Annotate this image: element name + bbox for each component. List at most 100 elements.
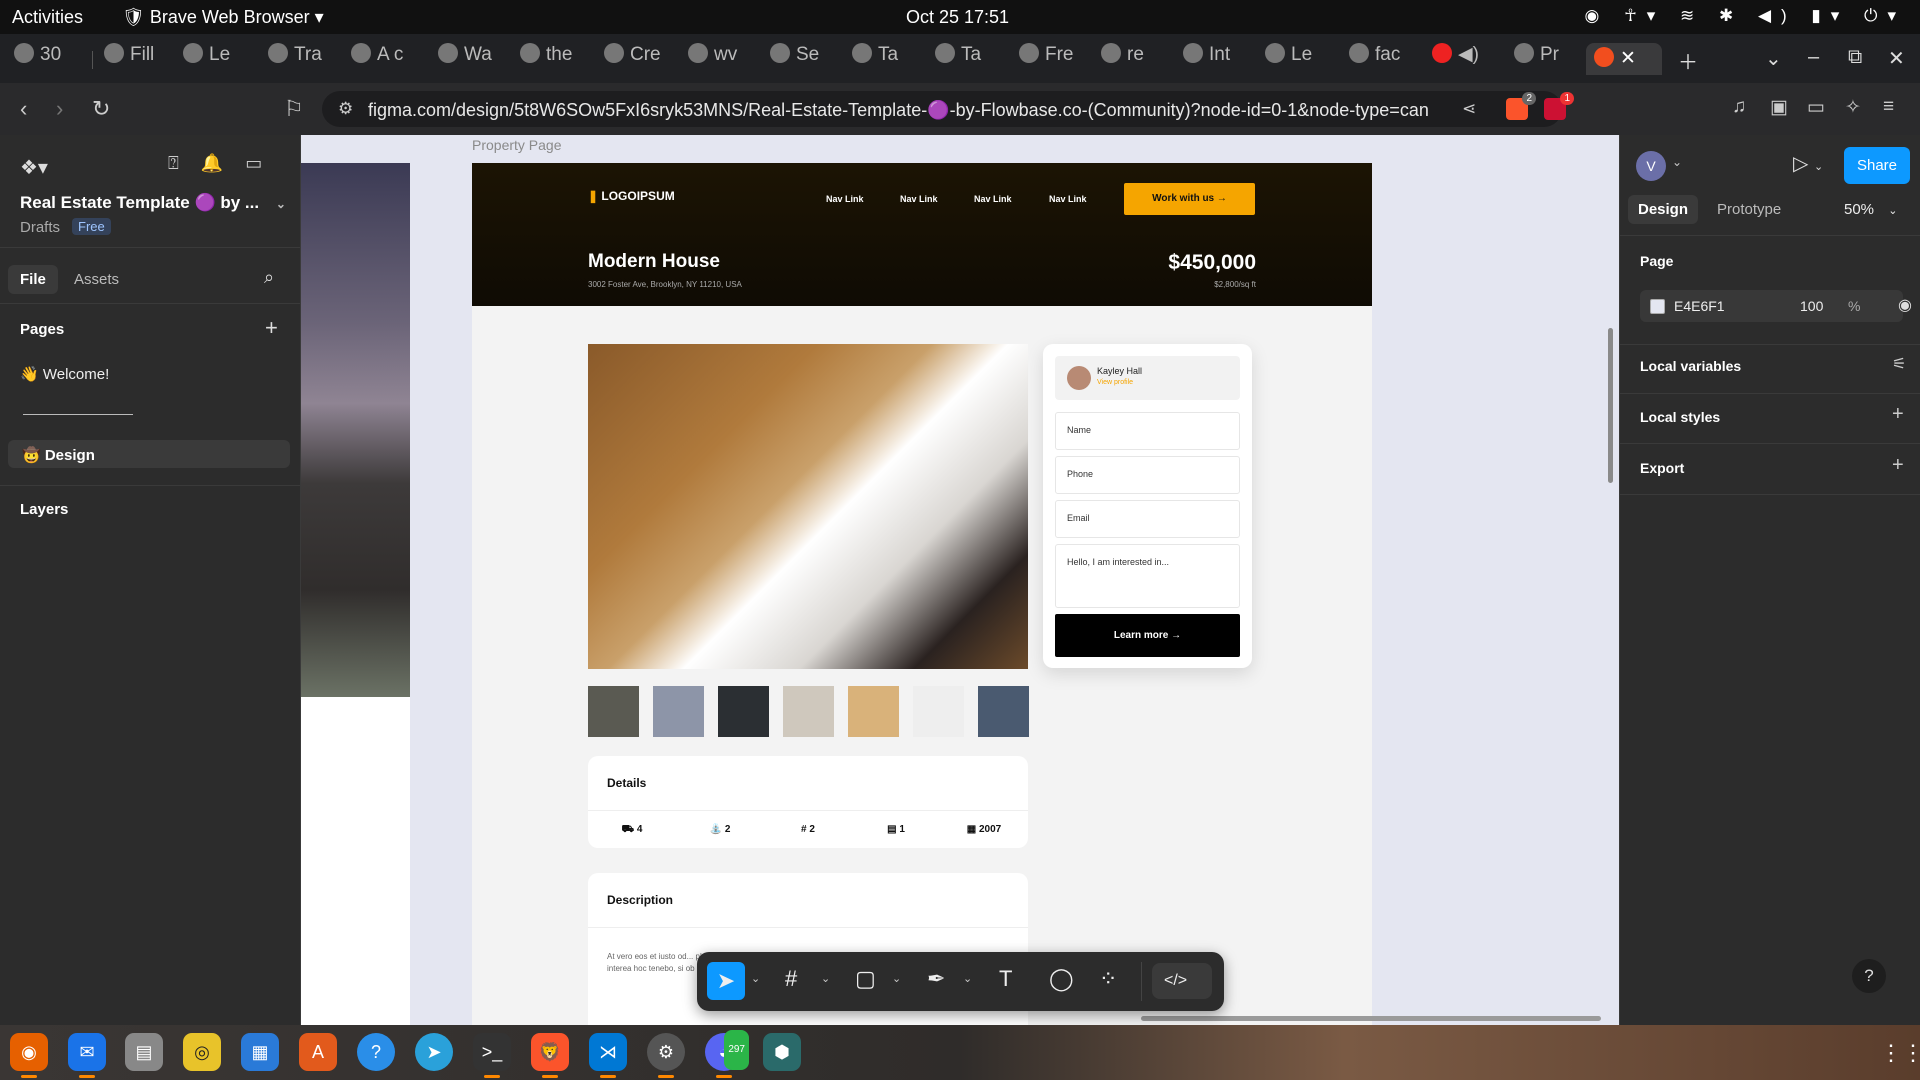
- browser-tab[interactable]: Tra: [268, 43, 324, 75]
- browser-tab[interactable]: Ta: [935, 43, 991, 75]
- app-menu[interactable]: 🛡 Brave Web Browser ▾: [122, 7, 324, 28]
- browser-tab[interactable]: the: [520, 43, 576, 75]
- browser-tab-active[interactable]: ✕: [1586, 43, 1662, 75]
- chevron-down-icon[interactable]: ⌄: [963, 972, 972, 985]
- reload-button[interactable]: ↻: [92, 96, 110, 122]
- browser-tab[interactable]: A c: [351, 43, 407, 75]
- dev-mode-toggle[interactable]: </>: [1152, 963, 1212, 999]
- firefox-icon[interactable]: ◉: [10, 1033, 48, 1071]
- media-icon[interactable]: ♫: [1732, 96, 1746, 118]
- toggle-sidebar-icon[interactable]: ▭: [245, 153, 284, 173]
- help-button[interactable]: ?: [1852, 959, 1886, 993]
- close-window-button[interactable]: ✕: [1888, 46, 1905, 71]
- browser-tab[interactable]: Se: [770, 43, 826, 75]
- comment-tool-icon[interactable]: ◯: [1049, 966, 1074, 992]
- pen-tool-icon[interactable]: ✒: [927, 966, 945, 992]
- add-style-icon[interactable]: +: [1892, 403, 1904, 426]
- present-play-icon[interactable]: ▷ ⌄: [1793, 151, 1823, 176]
- help-icon[interactable]: ?: [357, 1033, 395, 1071]
- maximize-button[interactable]: ⧉: [1848, 46, 1862, 69]
- brave-icon[interactable]: 🦁: [531, 1033, 569, 1071]
- adjacent-frame[interactable]: [301, 697, 410, 1025]
- browser-tab[interactable]: ◀): [1432, 43, 1484, 75]
- ai-icon[interactable]: ⍰: [168, 153, 201, 173]
- page-item-welcome[interactable]: 👋 Welcome!: [20, 365, 109, 383]
- vscode-icon[interactable]: ⋊: [589, 1033, 627, 1071]
- tab-prototype[interactable]: Prototype: [1717, 201, 1781, 218]
- rectangle-tool-icon[interactable]: ▢: [855, 966, 876, 992]
- settings-icon[interactable]: ⚙: [647, 1033, 685, 1071]
- search-icon[interactable]: ⌕: [264, 267, 274, 288]
- figma-canvas[interactable]: Property Page ❚ LOGOIPSUM Nav Link Nav L…: [301, 135, 1619, 1025]
- components-tool-icon[interactable]: ⁘: [1099, 966, 1117, 992]
- local-styles-row[interactable]: Local styles: [1640, 409, 1720, 425]
- figma-main-menu-icon[interactable]: ❖▾: [20, 155, 48, 180]
- local-variables-row[interactable]: Local variables: [1640, 358, 1741, 374]
- property-page-frame[interactable]: ❚ LOGOIPSUM Nav Link Nav Link Nav Link N…: [472, 163, 1372, 1025]
- share-button[interactable]: Share: [1844, 147, 1910, 184]
- bookmark-icon[interactable]: ⚐: [284, 96, 304, 122]
- brave-shields-icon[interactable]: 2: [1506, 92, 1536, 120]
- project-name[interactable]: Real Estate Template 🟣 by ... ⌄: [20, 193, 286, 213]
- chevron-down-icon[interactable]: ⌄: [276, 197, 286, 211]
- thunderbird-icon[interactable]: ✉: [68, 1033, 106, 1071]
- browser-tab[interactable]: re: [1101, 43, 1157, 75]
- zoom-dropdown[interactable]: 50% ⌄: [1844, 201, 1897, 218]
- browser-tab[interactable]: fac: [1349, 43, 1405, 75]
- telegram-icon[interactable]: ➤: [415, 1033, 453, 1071]
- chevron-down-icon[interactable]: ⌄: [821, 972, 830, 985]
- notifications-icon[interactable]: 🔔: [201, 153, 245, 173]
- chevron-down-icon[interactable]: ⌄: [892, 972, 901, 985]
- page-item-design[interactable]: 🤠 Design: [8, 440, 290, 468]
- page-color-hex[interactable]: E4E6F1: [1674, 298, 1725, 314]
- browser-tab[interactable]: Le: [183, 43, 239, 75]
- export-row[interactable]: Export: [1640, 460, 1684, 476]
- close-tab-icon[interactable]: ✕: [1620, 48, 1636, 69]
- forward-button[interactable]: ›: [56, 96, 63, 122]
- clock[interactable]: Oct 25 17:51: [906, 7, 1009, 28]
- browser-tab[interactable]: Int: [1183, 43, 1239, 75]
- files-icon[interactable]: ▤: [125, 1033, 163, 1071]
- tab-design[interactable]: Design: [1628, 195, 1699, 224]
- browser-tab[interactable]: Cre: [604, 43, 660, 75]
- minimize-button[interactable]: –: [1808, 46, 1819, 69]
- frame-tool-icon[interactable]: #: [785, 966, 797, 992]
- leo-ai-icon[interactable]: ✧: [1845, 96, 1861, 119]
- terminal-icon[interactable]: >_: [473, 1033, 511, 1071]
- variables-icon[interactable]: ⚟: [1892, 354, 1906, 374]
- app-icon[interactable]: ⬢: [763, 1033, 801, 1071]
- new-tab-button[interactable]: ＋: [1678, 46, 1698, 75]
- share-icon[interactable]: ⋖: [1462, 99, 1476, 119]
- sidebar-icon[interactable]: ▣: [1770, 96, 1788, 119]
- browser-tab[interactable]: wv: [688, 43, 744, 75]
- drafts-location[interactable]: Drafts: [20, 219, 60, 236]
- url-bar[interactable]: ⚙ figma.com/design/5t8W6SOw5FxI6sryk53MN…: [322, 91, 1574, 127]
- app-center-icon[interactable]: A: [299, 1033, 337, 1071]
- show-apps-grid-icon[interactable]: ⋮⋮⋮: [1880, 1040, 1920, 1066]
- horizontal-scrollbar[interactable]: [1141, 1016, 1601, 1021]
- add-export-icon[interactable]: +: [1892, 454, 1904, 477]
- brave-rewards-icon[interactable]: 1: [1544, 92, 1574, 120]
- wallet-icon[interactable]: ▭: [1807, 96, 1825, 119]
- tab-file[interactable]: File: [8, 265, 58, 294]
- text-tool-icon[interactable]: T: [999, 966, 1012, 992]
- page-opacity[interactable]: 100: [1800, 298, 1823, 314]
- rhythmbox-icon[interactable]: ◎: [183, 1033, 221, 1071]
- activities-button[interactable]: Activities: [12, 7, 83, 28]
- browser-tab[interactable]: Fill: [104, 43, 158, 75]
- system-tray[interactable]: ◉ ☥▾ ≋ ✱ ◀) ▮▾ ⏻▾: [1585, 6, 1906, 26]
- chevron-down-icon[interactable]: ⌄: [1672, 155, 1682, 169]
- writer-icon[interactable]: ▦: [241, 1033, 279, 1071]
- tab-list-chevron-icon[interactable]: ⌄: [1765, 46, 1782, 71]
- tab-assets[interactable]: Assets: [74, 271, 119, 288]
- eye-icon[interactable]: ◉: [1898, 295, 1912, 315]
- add-page-icon[interactable]: +: [265, 315, 278, 341]
- browser-tab[interactable]: Ta: [852, 43, 908, 75]
- color-swatch[interactable]: [1650, 299, 1665, 314]
- adjacent-frame-image[interactable]: [301, 163, 410, 697]
- back-button[interactable]: ‹: [20, 96, 27, 122]
- browser-tab[interactable]: Pr: [1514, 43, 1570, 75]
- browser-tab[interactable]: Le: [1265, 43, 1321, 75]
- site-settings-icon[interactable]: ⚙: [338, 99, 353, 119]
- url-text[interactable]: figma.com/design/5t8W6SOw5FxI6sryk53MNS/…: [368, 100, 1428, 121]
